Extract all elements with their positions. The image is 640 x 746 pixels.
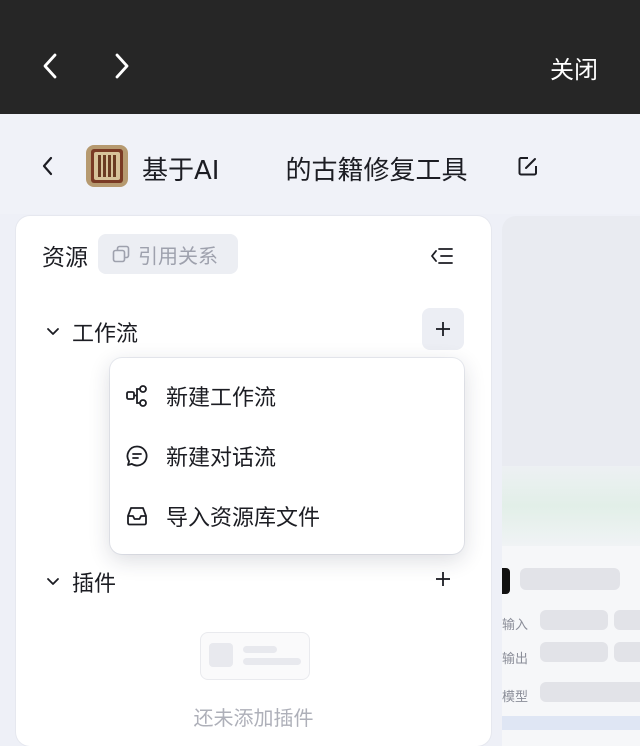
workflow-icon [124,383,150,409]
back-button[interactable] [36,154,60,178]
chevron-right-icon [115,53,129,79]
chevron-down-icon [47,578,59,585]
node-icon [502,568,510,594]
add-workflow-button[interactable] [422,308,464,350]
reference-relations-button[interactable]: 引用关系 [98,234,238,274]
chat-icon [124,443,150,469]
section-plugins[interactable]: 插件 [46,566,116,598]
canvas-label-output: 输出 [502,652,529,667]
empty-plugins-illustration [200,632,310,680]
section-workflow[interactable]: 工作流 [46,316,138,348]
chevron-left-icon [42,156,53,176]
edit-icon [518,157,537,176]
canvas-label-input: 输入 [502,618,529,633]
menu-item-new-workflow[interactable]: 新建工作流 [124,376,276,416]
edit-title-button[interactable] [517,155,539,177]
plugins-empty-text: 还未添加插件 [193,706,314,730]
collapse-panel-button[interactable] [430,246,454,270]
inbox-icon [124,503,150,529]
menu-item-import-library-file[interactable]: 导入资源库文件 [124,496,320,536]
add-plugin-button[interactable] [422,558,464,600]
app-title: 基于AI 的古籍修复工具 [142,156,468,186]
app-icon [86,145,128,191]
plus-icon [436,322,450,336]
chevron-left-icon [43,53,57,79]
chevron-down-icon [47,328,59,335]
add-resource-menu: 新建工作流 新建对话流 导入资源库文件 [110,358,464,554]
menu-item-new-chatflow[interactable]: 新建对话流 [124,436,276,476]
workflow-canvas[interactable]: 输入 输出 模型 [502,216,640,746]
top-bar: 关闭 [0,0,640,114]
resources-title: 资源 [42,245,88,271]
canvas-label-model: 模型 [502,690,529,705]
nav-forward-button[interactable] [104,48,140,84]
plus-icon [436,572,450,586]
nav-back-button[interactable] [32,48,68,84]
copy-icon [112,245,130,263]
close-button[interactable]: 关闭 [550,50,598,85]
collapse-list-icon [431,248,453,264]
